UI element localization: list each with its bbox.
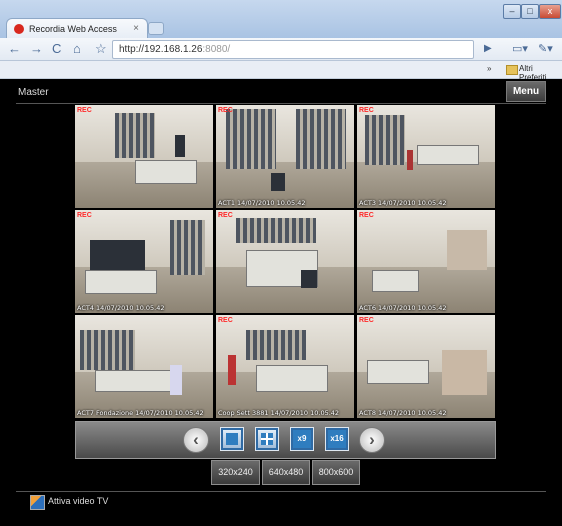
layout-quad-button[interactable]	[255, 427, 279, 451]
layout-toolbar: ‹ x9 x16 ›	[75, 421, 496, 459]
forward-icon[interactable]: →	[30, 41, 43, 57]
camera-caption: ACT1 14/07/2010 10.05.42	[218, 199, 306, 207]
wrench-icon[interactable]: ✎▾	[538, 41, 553, 57]
rec-indicator: REC	[359, 212, 374, 219]
recordia-favicon-icon	[14, 24, 24, 34]
layout-single-button[interactable]	[220, 427, 244, 451]
back-icon[interactable]: ←	[8, 41, 21, 57]
rec-indicator: REC	[359, 317, 374, 324]
camera-caption: ACT3 14/07/2010 10.05.42	[359, 199, 447, 207]
quad-view-icon	[261, 433, 273, 445]
camera-caption: Coop Sett 3881 14/07/2010 10.05.42	[218, 409, 340, 417]
rec-indicator: REC	[77, 212, 92, 219]
url-host: http://192.168.1.26	[119, 44, 203, 55]
go-icon[interactable]: ▶	[484, 41, 492, 57]
camera-tile[interactable]: REC ACT1 14/07/2010 10.05.42	[216, 105, 354, 208]
maximize-button[interactable]: □	[521, 4, 539, 19]
camera-tile[interactable]: REC ACT6 14/07/2010 10.05.42	[357, 210, 495, 313]
url-port: :8080/	[202, 44, 231, 55]
arrow-right-icon[interactable]: ›	[359, 427, 385, 453]
home-icon[interactable]: ⌂	[73, 41, 81, 57]
rec-indicator: REC	[218, 107, 233, 114]
tab-close-icon[interactable]: ×	[133, 23, 139, 34]
star-icon[interactable]: ☆	[95, 41, 107, 57]
single-view-icon	[226, 433, 238, 445]
camera-tile[interactable]: REC	[216, 210, 354, 313]
camera-caption: ACT7 Fondazione 14/07/2010 10.05.42	[77, 409, 204, 417]
video-tv-link[interactable]: Attiva video TV	[48, 496, 108, 506]
camera-tile[interactable]: REC ACT3 14/07/2010 10.05.42	[357, 105, 495, 208]
camera-tile[interactable]: REC ACT8 14/07/2010 10.05.42	[357, 315, 495, 418]
layout-x9-button[interactable]: x9	[290, 427, 314, 451]
bookmarks-chevron-icon[interactable]: »	[487, 64, 491, 73]
camera-grid: REC REC ACT1 14/07/2010 10.05.42 REC ACT…	[75, 105, 495, 419]
camera-tile[interactable]: REC	[75, 105, 213, 208]
browser-toolbar: ← → C ⌂ ☆ http://192.168.1.26:8080/ ▶ ▭▾…	[0, 38, 562, 61]
screen: Recordia Web Access × – □ x ← → C ⌂ ☆ ht…	[0, 0, 562, 526]
arrow-left-icon[interactable]: ‹	[183, 427, 209, 453]
resolution-320-button[interactable]: 320x240	[211, 460, 260, 485]
tab-title: Recordia Web Access	[29, 24, 117, 34]
menu-button[interactable]: Menu	[506, 81, 546, 102]
camera-caption: ACT6 14/07/2010 10.05.42	[359, 304, 447, 312]
rec-indicator: REC	[77, 107, 92, 114]
new-tab-button[interactable]	[148, 22, 164, 35]
bookmarks-bar: » Altri Preferiti	[0, 61, 562, 82]
camera-tile[interactable]: ACT7 Fondazione 14/07/2010 10.05.42	[75, 315, 213, 418]
reload-icon[interactable]: C	[52, 41, 61, 57]
camera-tile[interactable]: REC ACT4 14/07/2010 10.05.42	[75, 210, 213, 313]
camera-caption: ACT4 14/07/2010 10.05.42	[77, 304, 165, 312]
minimize-button[interactable]: –	[503, 4, 521, 19]
header-divider	[16, 103, 546, 104]
rec-indicator: REC	[218, 317, 233, 324]
address-bar[interactable]: http://192.168.1.26:8080/	[112, 40, 474, 59]
view-title: Master	[18, 87, 49, 98]
resolution-640-button[interactable]: 640x480	[262, 460, 310, 485]
rec-indicator: REC	[218, 212, 233, 219]
page-icon[interactable]: ▭▾	[512, 41, 528, 57]
rec-indicator: REC	[359, 107, 374, 114]
layout-x16-button[interactable]: x16	[325, 427, 349, 451]
camera-tile[interactable]: REC Coop Sett 3881 14/07/2010 10.05.42	[216, 315, 354, 418]
resolution-800-button[interactable]: 800x600	[312, 460, 360, 485]
folder-icon	[506, 65, 518, 75]
footer-divider	[16, 491, 546, 492]
camera-caption: ACT8 14/07/2010 10.05.42	[359, 409, 447, 417]
browser-titlebar: Recordia Web Access × – □ x	[0, 0, 562, 41]
close-window-button[interactable]: x	[539, 4, 561, 19]
recordia-page: Master Menu REC REC ACT1 14/07/2010 10.0…	[0, 79, 562, 526]
tv-icon[interactable]	[30, 495, 45, 510]
